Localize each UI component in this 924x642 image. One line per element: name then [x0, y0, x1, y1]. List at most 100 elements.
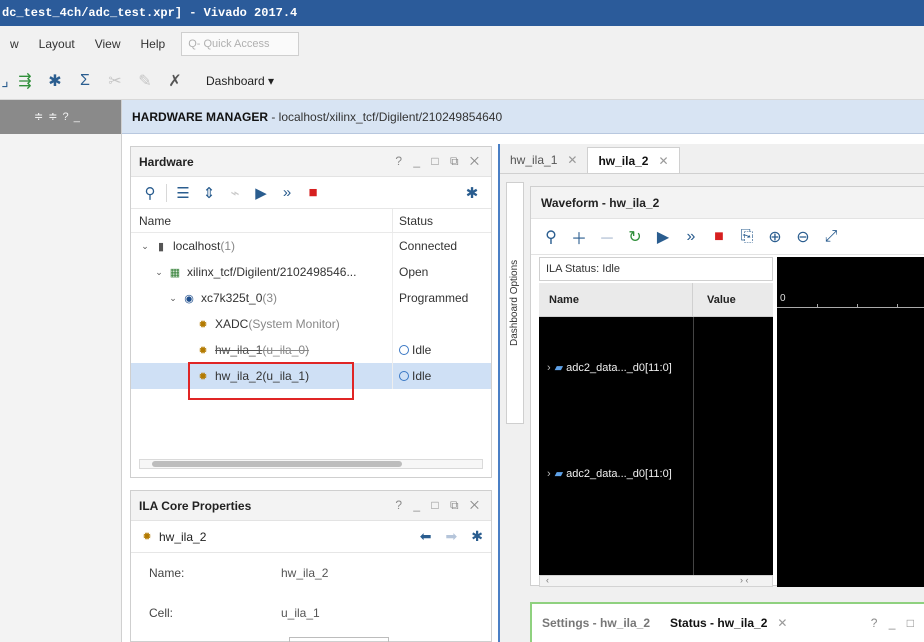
- ruler-zero-label: 0: [780, 293, 786, 304]
- stop-trigger-icon[interactable]: ■: [300, 184, 326, 201]
- cut-icon[interactable]: ✂: [100, 66, 130, 96]
- tree-row-hw-ila-1[interactable]: ✹ hw_ila_1 (u_ila_0) Idle: [131, 337, 491, 363]
- tab-hw-ila-1[interactable]: hw_ila_1 ✕: [500, 147, 587, 173]
- property-input-field[interactable]: [289, 637, 389, 642]
- time-ruler: [777, 307, 924, 308]
- ila-properties-header: ILA Core Properties ? _ □ ⧉ ✕: [131, 491, 491, 521]
- ruler-tick: [857, 304, 858, 308]
- search-icon[interactable]: ⚲: [137, 184, 163, 202]
- hardware-panel-header: Hardware ? _ □ ⧉ ✕: [131, 147, 491, 177]
- menu-help[interactable]: Help: [131, 37, 176, 51]
- dashboard-button[interactable]: Dashboard ▾: [206, 74, 274, 88]
- chevron-right-icon[interactable]: ›: [547, 468, 551, 480]
- hardware-horizontal-scrollbar[interactable]: [139, 459, 483, 469]
- waveform-toolbar: ⚲ ＋ － ↻ ▶ » ■ ⎘ ⊕ ⊖ ⤢: [531, 219, 924, 255]
- menubar: w Layout View Help Q- Quick Access: [0, 26, 924, 62]
- tree-row-suffix: (u_ila_1): [262, 369, 310, 383]
- toolbar-corner-icon: ⌟: [1, 72, 9, 90]
- waveform-column-headers: Name Value: [539, 283, 773, 317]
- program-device-icon[interactable]: ⇶: [10, 66, 40, 96]
- menu-window[interactable]: w: [0, 37, 29, 51]
- close-icon[interactable]: ✕: [658, 154, 668, 168]
- edit-icon[interactable]: ✎: [130, 66, 160, 96]
- forward-arrow-icon[interactable]: ➡: [446, 528, 458, 545]
- chevron-down-icon[interactable]: ⌄: [153, 267, 165, 278]
- stop-trigger-icon[interactable]: ■: [705, 228, 733, 246]
- auto-retrigger-icon[interactable]: ↻: [621, 227, 649, 247]
- hardware-panel: Hardware ? _ □ ⧉ ✕ ⚲ ☰ ⇕ ⌁ ▶ » ■ ✱ Name …: [130, 146, 492, 478]
- chevron-right-icon[interactable]: ›: [547, 362, 551, 374]
- bus-signal-icon: ▰: [554, 468, 564, 480]
- property-label: Cell:: [149, 606, 174, 620]
- hardware-panel-toolbar: ⚲ ☰ ⇕ ⌁ ▶ » ■ ✱: [131, 177, 491, 209]
- waveform-horizontal-scrollbar[interactable]: ‹ › ‹: [539, 575, 773, 587]
- ila-properties-window-controls[interactable]: ? _ □ ⧉ ✕: [395, 498, 483, 513]
- wrench-icon[interactable]: ✗: [160, 66, 190, 96]
- scrollbar-thumb[interactable]: [152, 461, 402, 467]
- hardware-tree-header: Name Status: [131, 209, 491, 233]
- tab-hw-ila-2[interactable]: hw_ila_2 ✕: [587, 147, 680, 173]
- zoom-out-icon[interactable]: ⊖: [789, 227, 817, 247]
- column-header-name[interactable]: Name: [539, 283, 693, 316]
- left-panel-controls[interactable]: ≑ ≑ ? _: [0, 100, 121, 134]
- auto-connect-icon[interactable]: ⌁: [222, 184, 248, 202]
- column-header-status[interactable]: Status: [393, 209, 491, 232]
- left-side-panel: ≑ ≑ ? _: [0, 100, 122, 642]
- back-arrow-icon[interactable]: ⬅: [420, 528, 432, 545]
- tree-row-hw-ila-2[interactable]: ✹ hw_ila_2 (u_ila_1) Idle: [131, 363, 491, 389]
- properties-gear-icon[interactable]: ✱: [471, 528, 483, 545]
- ila-tab-bar: hw_ila_1 ✕ hw_ila_2 ✕: [500, 144, 924, 174]
- search-icon[interactable]: ⚲: [537, 227, 565, 247]
- chevron-down-icon[interactable]: ⌄: [139, 241, 151, 252]
- tab-status[interactable]: Status - hw_ila_2 ✕: [660, 616, 797, 630]
- column-header-value[interactable]: Value: [693, 283, 773, 316]
- panel-settings-gear-icon[interactable]: ✱: [459, 184, 485, 202]
- close-icon[interactable]: ✕: [567, 153, 577, 167]
- tree-row-label: hw_ila_1: [215, 343, 263, 357]
- tree-row-status: Programmed: [399, 291, 469, 305]
- hardware-panel-window-controls[interactable]: ? _ □ ⧉ ✕: [395, 154, 483, 169]
- tab-settings[interactable]: Settings - hw_ila_2: [532, 616, 660, 630]
- value-column-divider: [693, 317, 694, 575]
- scroll-left-arrow[interactable]: ‹: [546, 575, 549, 585]
- tree-row-status: Connected: [399, 239, 458, 253]
- window-title: dc_test_4ch/adc_test.xpr] - Vivado 2017.…: [0, 0, 924, 26]
- run-immediate-icon[interactable]: »: [677, 228, 705, 246]
- menu-view[interactable]: View: [85, 37, 131, 51]
- signal-row[interactable]: › ▰ adc2_data..._d0[11:0]: [547, 361, 672, 374]
- export-icon[interactable]: ⎘: [733, 228, 761, 246]
- collapse-all-icon[interactable]: ☰: [170, 184, 196, 202]
- quick-access-input[interactable]: Q- Quick Access: [181, 32, 300, 56]
- run-immediate-icon[interactable]: »: [274, 184, 300, 201]
- ruler-tick: [817, 304, 818, 308]
- tree-row-target[interactable]: ⌄ ▦ xilinx_tcf/Digilent/2102498546... Op…: [131, 259, 491, 285]
- zoom-in-icon[interactable]: ⊕: [761, 227, 789, 247]
- tree-row-localhost[interactable]: ⌄ ▮ localhost (1) Connected: [131, 233, 491, 259]
- sigma-icon[interactable]: Σ: [70, 66, 100, 96]
- add-probe-icon[interactable]: ＋: [565, 225, 593, 249]
- ruler-tick: [897, 304, 898, 308]
- column-header-name[interactable]: Name: [131, 209, 393, 232]
- tree-row-status-text: Idle: [412, 369, 432, 383]
- chevron-down-icon[interactable]: ⌄: [167, 293, 179, 304]
- signal-name: adc2_data..._d0[11:0]: [566, 468, 672, 480]
- dashboard-options-sidebar[interactable]: Dashboard Options: [506, 182, 524, 424]
- bottom-panel-window-controls[interactable]: ? _ □: [871, 616, 924, 630]
- menu-layout[interactable]: Layout: [29, 37, 85, 51]
- tree-row-device[interactable]: ⌄ ◉ xc7k325t_0 (3) Programmed: [131, 285, 491, 311]
- zoom-fit-icon[interactable]: ⤢: [817, 228, 845, 246]
- close-icon[interactable]: ✕: [777, 616, 787, 630]
- run-trigger-icon[interactable]: ▶: [649, 227, 677, 247]
- waveform-canvas[interactable]: 0: [777, 257, 924, 587]
- ila-core-properties-panel: ILA Core Properties ? _ □ ⧉ ✕ ✹ hw_ila_2…: [130, 490, 492, 642]
- expand-all-icon[interactable]: ⇕: [196, 184, 222, 202]
- property-value: hw_ila_2: [281, 566, 329, 580]
- settings-gear-icon[interactable]: ✱: [40, 66, 70, 96]
- hardware-manager-path: - localhost/xilinx_tcf/Digilent/21024985…: [268, 110, 503, 124]
- property-row-cell: Cell: u_ila_1: [131, 593, 491, 633]
- signal-row[interactable]: › ▰ adc2_data..._d0[11:0]: [547, 467, 672, 480]
- run-trigger-icon[interactable]: ▶: [248, 184, 274, 202]
- tree-row-xadc[interactable]: ✹ XADC (System Monitor): [131, 311, 491, 337]
- remove-probe-icon[interactable]: －: [593, 225, 621, 249]
- scroll-right-arrow[interactable]: › ‹: [740, 575, 749, 585]
